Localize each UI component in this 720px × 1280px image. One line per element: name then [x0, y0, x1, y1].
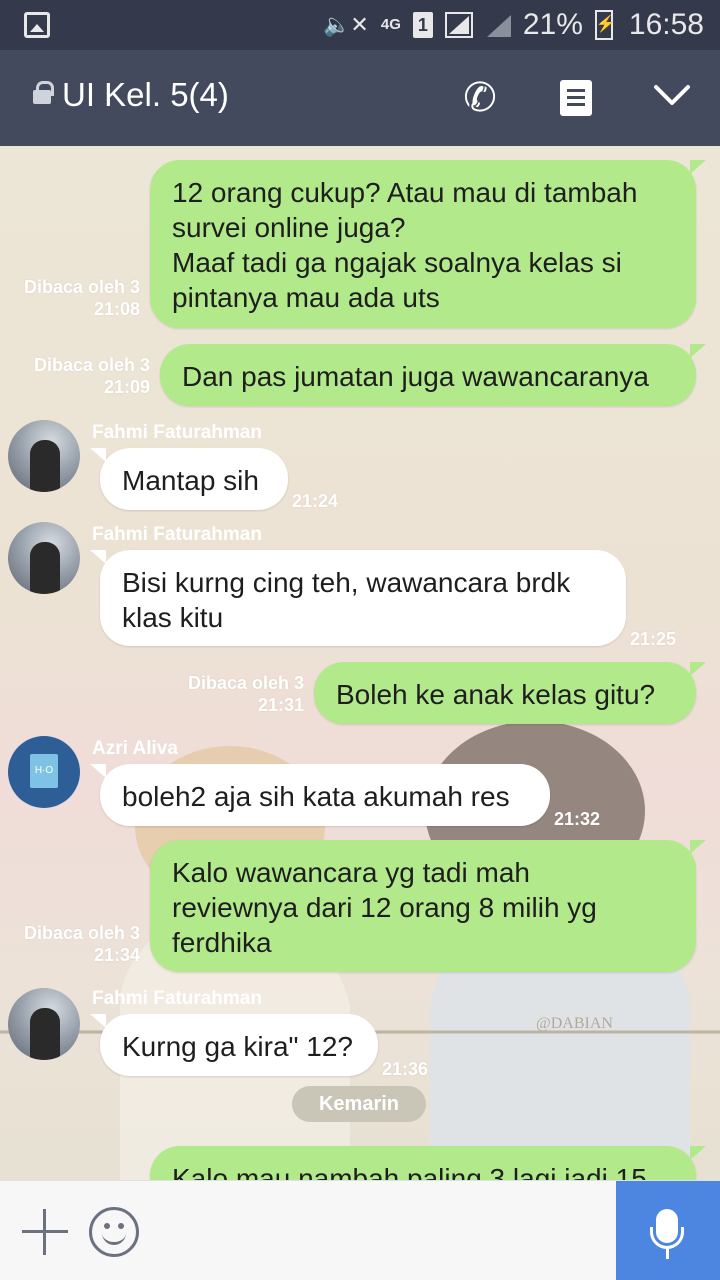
- bubble-tail: [90, 448, 106, 462]
- message-bubble-outgoing[interactable]: Dan pas jumatan juga wawancaranya: [160, 344, 696, 406]
- clock: 16:58: [628, 8, 704, 41]
- message-bubble-outgoing[interactable]: Boleh ke anak kelas gitu?: [314, 662, 696, 724]
- message-time: 21:36: [382, 1059, 429, 1079]
- message-bubble-outgoing[interactable]: 12 orang cukup? Atau mau di tambah surve…: [150, 160, 696, 328]
- status-icons: 🔈✕ 4G 1 21% 16:58: [323, 6, 704, 44]
- message-bubble-outgoing[interactable]: Kalo wawancara yg tadi mah reviewnya dar…: [150, 840, 696, 972]
- read-receipt: Dibaca oleh 3 21:31: [187, 673, 304, 715]
- bubble-tail: [690, 160, 706, 174]
- avatar[interactable]: [8, 420, 80, 492]
- sender-name: Fahmi Faturahman: [92, 988, 262, 1009]
- message-time: 21:32: [554, 809, 601, 829]
- bubble-tail: [690, 840, 706, 854]
- message-text: Kurng ga kira" 12?: [122, 1031, 353, 1062]
- notes-icon[interactable]: [560, 80, 592, 116]
- bubble-tail: [690, 1146, 706, 1160]
- sender-name: Fahmi Faturahman: [92, 524, 262, 545]
- message-bubble-incoming[interactable]: Mantap sih: [100, 448, 288, 510]
- message-input-bar: [0, 1180, 720, 1280]
- bubble-tail: [90, 764, 106, 778]
- message-text: boleh2 aja sih kata akumah res: [122, 781, 510, 812]
- plus-icon[interactable]: [22, 1209, 68, 1255]
- bubble-tail: [90, 1014, 106, 1028]
- date-separator: Kemarin: [292, 1086, 426, 1122]
- message-text: 12 orang cukup? Atau mau di tambah surve…: [172, 177, 638, 313]
- message-time: 21:24: [292, 491, 339, 511]
- sim-indicator: 1: [412, 12, 433, 38]
- gallery-notification-icon: [24, 12, 50, 38]
- message-text: Kalo wawancara yg tadi mah reviewnya dar…: [172, 857, 597, 958]
- message-text: Mantap sih: [122, 465, 259, 496]
- message-text: Bisi kurng cing teh, wawancara brdk klas…: [122, 567, 571, 633]
- chat-title[interactable]: UI Kel. 5(4): [62, 76, 229, 114]
- avatar[interactable]: [8, 988, 80, 1060]
- signal-icon: [444, 12, 473, 38]
- battery-percent: 21%: [522, 8, 583, 41]
- vibrate-mute-icon: 🔈✕: [323, 12, 369, 37]
- message-bubble-incoming[interactable]: Bisi kurng cing teh, wawancara brdk klas…: [100, 550, 626, 646]
- bubble-tail: [690, 344, 706, 358]
- signal-secondary-icon: [485, 13, 511, 37]
- chat-area[interactable]: @DABIAN 12 orang cukup? Atau mau di tamb…: [0, 146, 720, 1180]
- sender-name: Fahmi Faturahman: [92, 422, 262, 443]
- emoji-icon[interactable]: [89, 1207, 139, 1257]
- message-text: Dan pas jumatan juga wawancaranya: [182, 361, 649, 392]
- message-bubble-incoming[interactable]: boleh2 aja sih kata akumah res: [100, 764, 550, 826]
- status-bar: 🔈✕ 4G 1 21% 16:58: [0, 0, 720, 50]
- message-text: Kalo mau nambah paling 3 lagi jadi 15: [172, 1163, 647, 1180]
- read-receipt: Dibaca oleh 3 21:09: [33, 355, 150, 397]
- chevron-down-icon[interactable]: [652, 80, 692, 110]
- read-receipt: Dibaca oleh 3 21:08: [23, 277, 140, 319]
- bubble-tail: [90, 550, 106, 564]
- bubble-tail: [690, 662, 706, 676]
- read-receipt: Dibaca oleh 3 21:34: [23, 923, 140, 965]
- phone-call-icon[interactable]: ✆: [458, 76, 502, 120]
- network-type: 4G: [380, 16, 401, 33]
- message-bubble-outgoing[interactable]: Kalo mau nambah paling 3 lagi jadi 15: [150, 1146, 696, 1180]
- message-text: Boleh ke anak kelas gitu?: [336, 679, 656, 710]
- lock-icon: [33, 81, 54, 104]
- watermark: @DABIAN: [536, 1015, 613, 1032]
- voice-message-button[interactable]: [616, 1181, 720, 1280]
- battery-charging-icon: [594, 10, 616, 40]
- sender-name: Azri Aliva: [92, 738, 178, 759]
- message-time: 21:25: [630, 629, 677, 649]
- avatar[interactable]: H·O: [8, 736, 80, 808]
- message-bubble-incoming[interactable]: Kurng ga kira" 12?: [100, 1014, 378, 1076]
- avatar[interactable]: [8, 522, 80, 594]
